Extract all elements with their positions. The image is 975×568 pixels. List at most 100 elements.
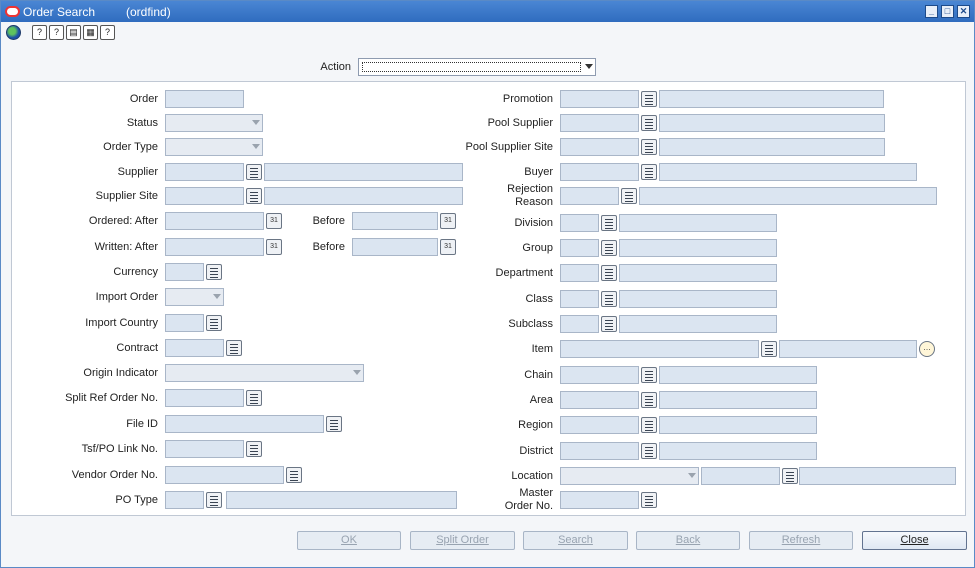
subclass-lov-icon[interactable] xyxy=(601,316,617,332)
buyer-field[interactable] xyxy=(560,163,639,181)
supplier-field[interactable] xyxy=(165,163,244,181)
department-label: Department xyxy=(495,267,553,279)
hint-icon[interactable]: ? xyxy=(49,25,64,40)
supplier-desc-field xyxy=(264,163,463,181)
location-type-select[interactable] xyxy=(560,467,699,485)
class-lov-icon[interactable] xyxy=(601,291,617,307)
pool-supplier-site-lov-icon[interactable] xyxy=(641,139,657,155)
ordered-before-field[interactable] xyxy=(352,212,438,230)
maximize-button[interactable]: □ xyxy=(941,5,954,18)
division-field[interactable] xyxy=(560,214,599,232)
oracle-logo-icon xyxy=(5,6,20,17)
action-select[interactable] xyxy=(358,58,596,76)
item-description-icon[interactable]: … xyxy=(919,341,935,357)
search-button[interactable]: Search xyxy=(523,531,628,550)
close-button[interactable]: Close xyxy=(862,531,967,550)
chevron-down-icon xyxy=(213,294,221,299)
region-field[interactable] xyxy=(560,416,639,434)
contract-field[interactable] xyxy=(165,339,224,357)
chain-lov-icon[interactable] xyxy=(641,367,657,383)
written-after-calendar-icon[interactable]: 31 xyxy=(266,239,282,255)
region-desc-field xyxy=(659,416,817,434)
department-field[interactable] xyxy=(560,264,599,282)
split-ref-field[interactable] xyxy=(165,389,244,407)
vendor-order-field[interactable] xyxy=(165,466,284,484)
globe-icon[interactable] xyxy=(6,25,21,40)
ordered-after-field[interactable] xyxy=(165,212,264,230)
pool-supplier-field[interactable] xyxy=(560,114,639,132)
import-country-field[interactable] xyxy=(165,314,204,332)
location-field[interactable] xyxy=(701,467,780,485)
class-field[interactable] xyxy=(560,290,599,308)
ordered-after-label: Ordered: After xyxy=(88,215,158,227)
location-lov-icon[interactable] xyxy=(782,468,798,484)
minimize-button[interactable]: _ xyxy=(925,5,938,18)
written-before-field[interactable] xyxy=(352,238,438,256)
close-window-button[interactable]: ✕ xyxy=(957,5,970,18)
chain-field[interactable] xyxy=(560,366,639,384)
promotion-lov-icon[interactable] xyxy=(641,91,657,107)
currency-field[interactable] xyxy=(165,263,204,281)
contract-lov-icon[interactable] xyxy=(226,340,242,356)
currency-lov-icon[interactable] xyxy=(206,264,222,280)
pool-supplier-site-desc-field xyxy=(659,138,885,156)
back-button[interactable]: Back xyxy=(636,531,740,550)
buyer-lov-icon[interactable] xyxy=(641,164,657,180)
item-lov-icon[interactable] xyxy=(761,341,777,357)
supplier-site-field[interactable] xyxy=(165,187,244,205)
master-order-label: Master Order No. xyxy=(504,487,553,512)
order-field[interactable] xyxy=(165,90,244,108)
master-order-field[interactable] xyxy=(560,491,639,509)
import-country-lov-icon[interactable] xyxy=(206,315,222,331)
ordered-after-calendar-icon[interactable]: 31 xyxy=(266,213,282,229)
contract-label: Contract xyxy=(116,342,158,354)
po-type-field[interactable] xyxy=(165,491,204,509)
group-field[interactable] xyxy=(560,239,599,257)
status-select[interactable] xyxy=(165,114,263,132)
area-lov-icon[interactable] xyxy=(641,392,657,408)
refresh-button[interactable]: Refresh xyxy=(749,531,853,550)
region-lov-icon[interactable] xyxy=(641,417,657,433)
district-lov-icon[interactable] xyxy=(641,443,657,459)
help-icon[interactable]: ? xyxy=(32,25,47,40)
item-desc-field xyxy=(779,340,917,358)
vendor-order-lov-icon[interactable] xyxy=(286,467,302,483)
supplier-lov-icon[interactable] xyxy=(246,164,262,180)
region-label: Region xyxy=(518,419,553,431)
rejection-reason-lov-icon[interactable] xyxy=(621,188,637,204)
print-icon[interactable]: ▦ xyxy=(83,25,98,40)
promotion-field[interactable] xyxy=(560,90,639,108)
item-label: Item xyxy=(531,343,553,355)
split-ref-lov-icon[interactable] xyxy=(246,390,262,406)
po-type-lov-icon[interactable] xyxy=(206,492,222,508)
rejection-reason-field[interactable] xyxy=(560,187,619,205)
subclass-field[interactable] xyxy=(560,315,599,333)
pool-supplier-lov-icon[interactable] xyxy=(641,115,657,131)
ok-button[interactable]: OK xyxy=(297,531,401,550)
pool-supplier-label: Pool Supplier xyxy=(487,117,553,129)
file-id-field[interactable] xyxy=(165,415,324,433)
file-id-lov-icon[interactable] xyxy=(326,416,342,432)
group-lov-icon[interactable] xyxy=(601,240,617,256)
pool-supplier-site-label: Pool Supplier Site xyxy=(465,141,553,153)
master-order-lov-icon[interactable] xyxy=(641,492,657,508)
chevron-down-icon xyxy=(353,370,361,375)
area-field[interactable] xyxy=(560,391,639,409)
po-type-desc-field xyxy=(226,491,457,509)
tsf-po-field[interactable] xyxy=(165,440,244,458)
pool-supplier-site-field[interactable] xyxy=(560,138,639,156)
import-order-select[interactable] xyxy=(165,288,224,306)
supplier-site-lov-icon[interactable] xyxy=(246,188,262,204)
order-type-select[interactable] xyxy=(165,138,263,156)
whats-this-icon[interactable]: ? xyxy=(100,25,115,40)
division-lov-icon[interactable] xyxy=(601,215,617,231)
origin-indicator-select[interactable] xyxy=(165,364,364,382)
item-field[interactable] xyxy=(560,340,759,358)
notes-icon[interactable]: ▤ xyxy=(66,25,81,40)
department-lov-icon[interactable] xyxy=(601,265,617,281)
written-after-field[interactable] xyxy=(165,238,264,256)
order-label: Order xyxy=(129,93,158,105)
district-field[interactable] xyxy=(560,442,639,460)
split-order-button[interactable]: Split Order xyxy=(410,531,515,550)
tsf-po-lov-icon[interactable] xyxy=(246,441,262,457)
